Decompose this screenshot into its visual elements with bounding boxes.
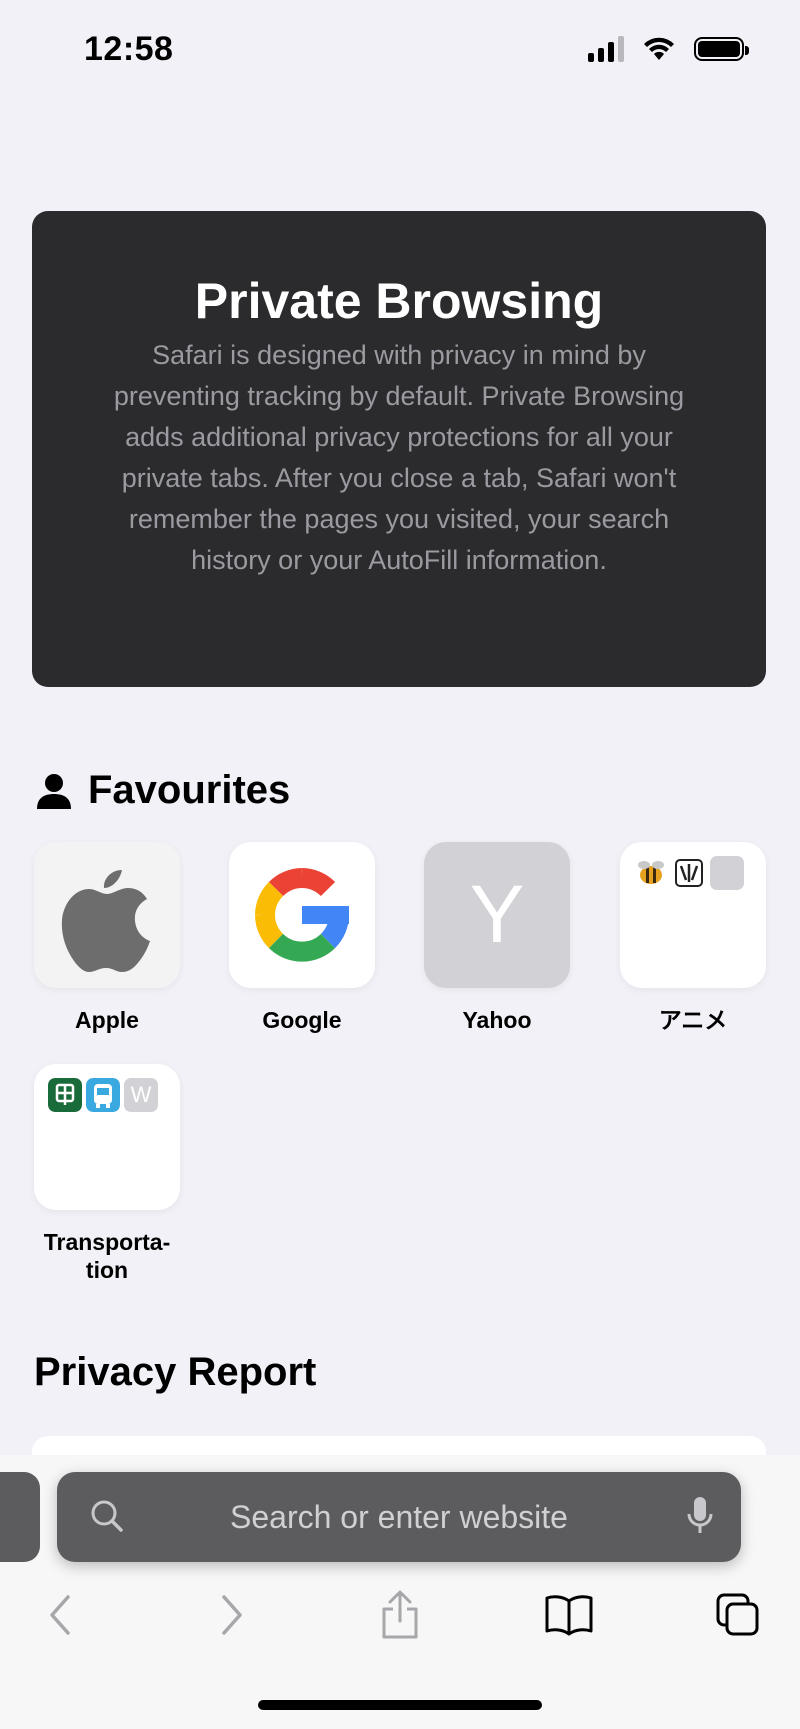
back-button[interactable]	[30, 1585, 90, 1645]
status-icons	[588, 36, 749, 62]
favourite-apple-label: Apple	[75, 1007, 139, 1033]
favourites-title: Favourites	[88, 768, 291, 812]
chevron-left-icon	[50, 1595, 70, 1635]
favourite-yahoo[interactable]: Y	[424, 842, 570, 988]
favourite-yahoo-label: Yahoo	[462, 1007, 532, 1033]
favourite-folder-anime-label: アニメ	[658, 1007, 728, 1033]
favourite-google[interactable]	[229, 842, 375, 988]
status-time: 12:58	[84, 30, 174, 68]
apple-logo-icon	[61, 870, 150, 972]
cellular-signal-icon	[588, 36, 624, 62]
share-icon	[382, 1590, 418, 1639]
book-icon	[545, 1595, 593, 1636]
microphone-icon[interactable]	[685, 1494, 715, 1538]
manga-icon	[675, 859, 703, 887]
search-placeholder: Search or enter website	[230, 1499, 568, 1535]
wifi-icon	[644, 37, 674, 60]
favourite-folder-anime[interactable]	[620, 842, 766, 988]
previous-tab-peek[interactable]	[0, 1472, 40, 1562]
favourite-apple[interactable]	[34, 842, 180, 988]
train-icon	[48, 1078, 82, 1112]
favourite-google-label: Google	[262, 1007, 342, 1033]
private-browsing-title: Private Browsing	[194, 273, 604, 329]
privacy-report-title: Privacy Report	[34, 1350, 317, 1394]
placeholder-site-icon	[710, 856, 744, 890]
yahoo-letter: Y	[469, 869, 525, 960]
tabs-button[interactable]	[708, 1585, 768, 1645]
share-button[interactable]	[370, 1585, 430, 1645]
favourite-folder-transportation-label: Transporta- tion	[43, 1229, 171, 1283]
private-browsing-description: Safari is designed with privacy in mind …	[113, 340, 685, 575]
favourites-header: Favourites	[34, 768, 290, 813]
search-bar[interactable]: Search or enter website	[57, 1472, 741, 1562]
private-browsing-card: Private Browsing Safari is designed with…	[32, 211, 766, 687]
bus-icon	[86, 1078, 120, 1112]
person-icon	[37, 773, 71, 809]
favourite-folder-transportation[interactable]: W	[34, 1064, 180, 1210]
google-logo-icon	[255, 868, 349, 962]
tabs-icon	[716, 1593, 759, 1636]
bookmarks-button[interactable]	[539, 1585, 599, 1645]
w-letter-site-icon: W	[124, 1078, 158, 1112]
battery-icon	[694, 37, 749, 61]
safari-private-start-page: 12:58 Private Browsing Safari is designe…	[0, 0, 800, 1729]
status-bar: 12:58	[0, 0, 800, 100]
home-indicator[interactable]	[258, 1700, 542, 1710]
chevron-right-icon	[222, 1595, 242, 1635]
bee-icon	[638, 861, 664, 884]
forward-button[interactable]	[202, 1585, 262, 1645]
